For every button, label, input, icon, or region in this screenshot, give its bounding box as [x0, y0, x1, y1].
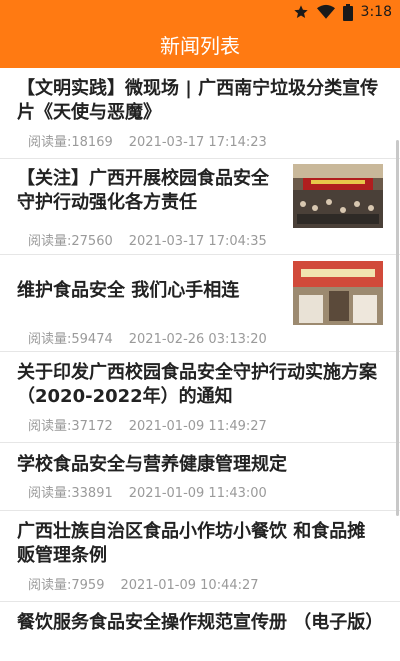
- publish-date: 2021-03-17 17:04:35: [128, 234, 267, 249]
- read-count: 阅读量:18169: [28, 135, 113, 150]
- news-item[interactable]: 【文明实践】微现场 | 广西南宁垃圾分类宣传片《天使与恶魔》 阅读量:18169…: [0, 68, 400, 159]
- news-title: 关于印发广西校园食品安全守护行动实施方案（2020-2022年）的通知: [17, 362, 377, 407]
- news-meta: 阅读量:7959 2021-01-09 10:44:27: [28, 578, 259, 594]
- read-count: 阅读量:59474: [28, 332, 113, 347]
- news-title: 广西壮族自治区食品小作坊小餐饮 和食品摊贩管理条例: [17, 521, 366, 566]
- publish-date: 2021-03-17 17:14:23: [128, 135, 267, 150]
- news-title: 餐饮服务食品安全操作规范宣传册 （电子版）: [17, 612, 384, 633]
- news-item[interactable]: 关于印发广西校园食品安全守护行动实施方案（2020-2022年）的通知 阅读量:…: [0, 352, 400, 443]
- news-item[interactable]: 餐饮服务食品安全操作规范宣传册 （电子版）: [0, 602, 400, 661]
- news-title: 【关注】广西开展校园食品安全守护行动强化各方责任: [17, 168, 269, 213]
- page-title: 新闻列表: [160, 34, 240, 58]
- news-meta: 阅读量:33891 2021-01-09 11:43:00: [28, 486, 267, 502]
- read-count: 阅读量:27560: [28, 234, 113, 249]
- news-item[interactable]: 学校食品安全与营养健康管理规定 阅读量:33891 2021-01-09 11:4…: [0, 443, 400, 511]
- news-meta: 阅读量:18169 2021-03-17 17:14:23: [28, 135, 267, 151]
- news-title: 【文明实践】微现场 | 广西南宁垃圾分类宣传片《天使与恶魔》: [17, 78, 379, 123]
- publish-date: 2021-02-26 03:13:20: [128, 332, 267, 347]
- app-bar: 新闻列表: [0, 24, 400, 68]
- wifi-icon: [316, 4, 335, 20]
- publish-date: 2021-01-09 10:44:27: [120, 578, 259, 593]
- news-item[interactable]: 【关注】广西开展校园食品安全守护行动强化各方责任 阅读量:27560 2021-0…: [0, 159, 400, 255]
- news-meta: 阅读量:37172 2021-01-09 11:49:27: [28, 419, 267, 435]
- star-icon: [293, 4, 309, 20]
- status-time: 3:18: [360, 4, 392, 20]
- read-count: 阅读量:33891: [28, 486, 113, 501]
- news-thumbnail: [293, 261, 383, 325]
- battery-icon: [342, 3, 353, 21]
- news-list[interactable]: 【文明实践】微现场 | 广西南宁垃圾分类宣传片《天使与恶魔》 阅读量:18169…: [0, 68, 400, 661]
- news-meta: 阅读量:59474 2021-02-26 03:13:20: [28, 332, 267, 348]
- publish-date: 2021-01-09 11:49:27: [128, 419, 267, 434]
- scrollbar[interactable]: [396, 140, 399, 516]
- news-meta: 阅读量:27560 2021-03-17 17:04:35: [28, 234, 267, 250]
- news-item[interactable]: 广西壮族自治区食品小作坊小餐饮 和食品摊贩管理条例 阅读量:7959 2021-0…: [0, 511, 400, 602]
- read-count: 阅读量:7959: [28, 578, 105, 593]
- news-item[interactable]: 维护食品安全 我们心手相连 阅读量:59474 2021-02-26 03:13:…: [0, 255, 400, 352]
- news-thumbnail: [293, 164, 383, 228]
- read-count: 阅读量:37172: [28, 419, 113, 434]
- news-title: 学校食品安全与营养健康管理规定: [17, 454, 287, 475]
- status-icons: 3:18: [293, 3, 392, 21]
- publish-date: 2021-01-09 11:43:00: [128, 486, 267, 501]
- news-title: 维护食品安全 我们心手相连: [17, 280, 240, 301]
- status-bar: 3:18: [0, 0, 400, 24]
